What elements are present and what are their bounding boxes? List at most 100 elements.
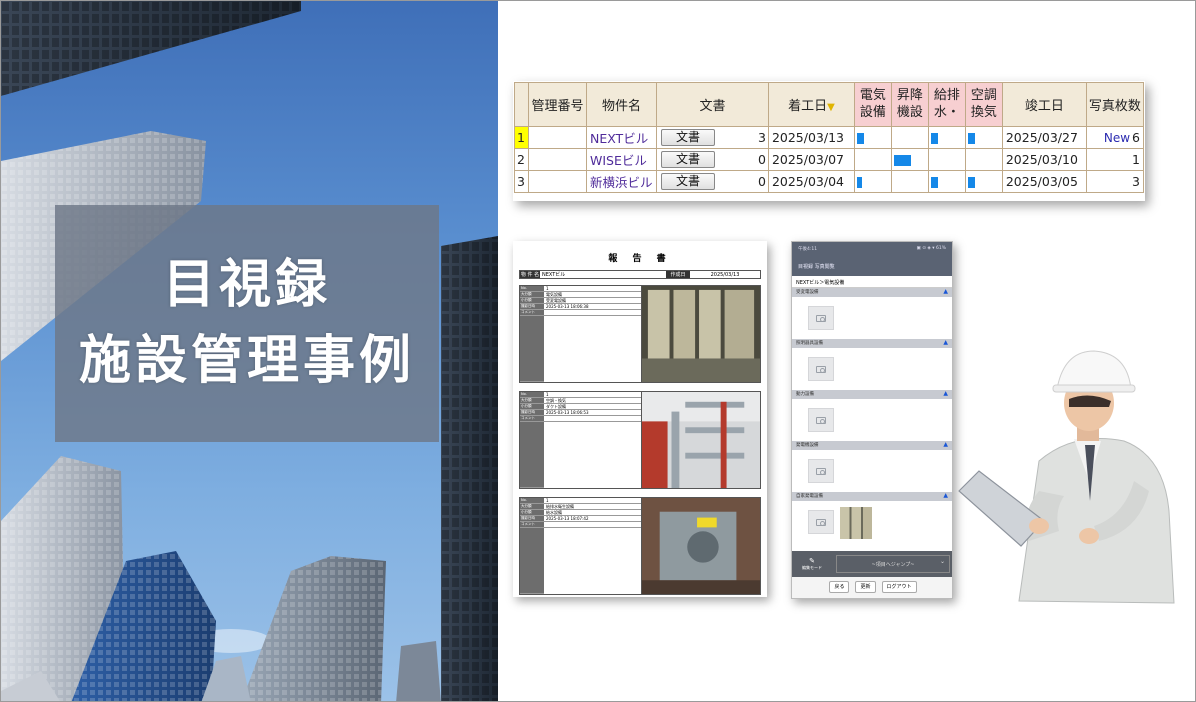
progress-cell-water	[927, 126, 966, 149]
back-button[interactable]: 戻る	[829, 581, 850, 593]
document-cell: 文書 0	[655, 148, 769, 171]
jump-to-section-select[interactable]: ~項目へジャンプ~	[836, 555, 950, 573]
document-count: 3	[757, 130, 766, 145]
collapse-icon[interactable]: ▲	[943, 442, 948, 450]
phone-app-bar: 目視録 写真閲覧	[792, 258, 952, 276]
phone-section-title: 自家発電設備	[796, 494, 823, 499]
add-photo-thumbnail[interactable]	[808, 459, 834, 483]
phone-section-title: 発電機設備	[796, 443, 819, 448]
add-photo-thumbnail[interactable]	[808, 510, 834, 534]
logout-button[interactable]: ログアウト	[881, 581, 917, 593]
col-elevator-line2: 機設	[896, 104, 923, 120]
collapse-icon[interactable]: ▲	[943, 493, 948, 501]
property-name-link[interactable]: WISEビル	[585, 148, 657, 171]
col-elevator[interactable]: 昇降 機設	[890, 82, 929, 127]
report-photo	[642, 392, 760, 488]
phone-section-header[interactable]: 自家発電設備 ▲	[792, 492, 952, 501]
progress-cell-lift	[890, 148, 929, 171]
property-name-link[interactable]: 新横浜ビル	[585, 170, 657, 193]
property-table: 管理番号 物件名 文書 着工日▼ 電気 設備 昇降 機設 給排 水・ 空調 換気 竣工日…	[514, 82, 1145, 193]
camera-icon	[816, 467, 826, 475]
camera-icon	[816, 365, 826, 373]
report-date-label: 作成日	[666, 271, 690, 278]
add-photo-thumbnail[interactable]	[808, 306, 834, 330]
property-name-link[interactable]: NEXTビル	[585, 126, 657, 149]
progress-cell-lift	[890, 170, 929, 193]
phone-section-header[interactable]: 照明器具設備 ▲	[792, 339, 952, 348]
mobile-app-screen: 午後4:11 ▣ ⊙ ◈ ▾ 61% 目視録 写真閲覧 NEXTビル＞電気設備 …	[791, 241, 953, 599]
progress-bar-air	[967, 177, 975, 188]
phone-breadcrumb: NEXTビル＞電気設備	[792, 276, 952, 288]
slide-title-line-1: 目視録	[162, 255, 331, 316]
phone-section-header[interactable]: 発電機設備 ▲	[792, 441, 952, 450]
report-photo	[642, 286, 760, 382]
start-date-cell: 2025/03/07	[767, 148, 855, 171]
report-entry-values: 1 空調・換気 ダクト設備 2025-03-13 18:06:53	[544, 392, 642, 488]
phone-bottom-bar: ✎ 編集モード ~項目へジャンプ~	[792, 551, 952, 577]
col-plumbing[interactable]: 給排 水・	[927, 82, 966, 127]
col-hvac-line2: 換気	[970, 104, 997, 120]
collapse-icon[interactable]: ▲	[943, 289, 948, 297]
col-plumbing-line1: 給排	[933, 88, 960, 104]
phone-section-body	[792, 450, 952, 492]
phone-section-list: 受変電設備 ▲ 照明器具設備 ▲ 動力設備 ▲ 発電機設備 ▲ 自家発電設備 ▲	[792, 288, 952, 543]
col-electrical-line1: 電気	[859, 88, 886, 104]
report-field-value	[544, 416, 641, 422]
col-hvac-line1: 空調	[970, 88, 997, 104]
photo-count-cell[interactable]: 3	[1085, 170, 1145, 193]
document-button[interactable]: 文書	[660, 173, 715, 190]
end-date-cell: 2025/03/27	[1001, 126, 1087, 149]
row-number: 2	[514, 148, 529, 171]
report-entry-labels: No. 大分類 小分類 撮影日時 コメント	[520, 498, 544, 594]
slide: 目視録 施設管理事例 管理番号 物件名 文書 着工日▼ 電気 設備 昇降 機設 給排…	[0, 0, 1196, 702]
col-electrical[interactable]: 電気 設備	[853, 82, 892, 127]
photo-thumbnail[interactable]	[840, 507, 872, 539]
col-elevator-line1: 昇降	[896, 88, 923, 104]
phone-section-body	[792, 348, 952, 390]
col-property-name[interactable]: 物件名	[585, 82, 657, 127]
report-header: 物 件 名 NEXTビル 作成日 2025/03/13	[519, 270, 761, 279]
progress-cell-elec	[853, 126, 892, 149]
row-number: 3	[514, 170, 529, 193]
document-button[interactable]: 文書	[660, 129, 715, 146]
refresh-button[interactable]: 更新	[855, 581, 876, 593]
col-hvac[interactable]: 空調 換気	[964, 82, 1003, 127]
collapse-icon[interactable]: ▲	[943, 391, 948, 399]
progress-cell-air	[964, 148, 1003, 171]
report-document: 報 告 書 物 件 名 NEXTビル 作成日 2025/03/13 No. 大分類…	[513, 241, 767, 597]
add-photo-thumbnail[interactable]	[808, 408, 834, 432]
report-property-value: NEXTビル	[542, 272, 566, 278]
photo-count-cell[interactable]: 1	[1085, 148, 1145, 171]
document-button[interactable]: 文書	[660, 151, 715, 168]
phone-section-title: 照明器具設備	[796, 341, 823, 346]
document-cell: 文書 3	[655, 126, 769, 149]
progress-cell-elec	[853, 170, 892, 193]
report-field-value	[544, 522, 641, 528]
col-end-date[interactable]: 竣工日	[1001, 82, 1087, 127]
slide-title-line-2: 施設管理事例	[78, 330, 415, 391]
report-entry-values: 1 電気設備 受変電設備 2025-03-13 18:06:38	[544, 286, 642, 382]
col-document[interactable]: 文書	[655, 82, 769, 127]
phone-section-header[interactable]: 受変電設備 ▲	[792, 288, 952, 297]
col-mgmt-number[interactable]: 管理番号	[527, 82, 587, 127]
collapse-icon[interactable]: ▲	[943, 340, 948, 348]
edit-mode-button[interactable]: ✎ 編集モード	[792, 557, 832, 571]
report-entry-fields: No. 大分類 小分類 撮影日時 コメント 1 電気設備 受変電設備 2025-03-13 18…	[520, 286, 642, 382]
report-entry: No. 大分類 小分類 撮影日時 コメント 1 給排水衛生設備 給水設備 2025-03-13 …	[519, 497, 761, 595]
col-start-date[interactable]: 着工日▼	[767, 82, 855, 127]
phone-section-body	[792, 501, 952, 543]
report-photo	[642, 498, 760, 594]
progress-cell-air	[964, 170, 1003, 193]
document-cell: 文書 0	[655, 170, 769, 193]
report-label-filler	[520, 422, 544, 488]
table-row[interactable]: 2 WISEビル 文書 0 2025/03/07 2025/03/10 1	[514, 148, 1145, 171]
add-photo-thumbnail[interactable]	[808, 357, 834, 381]
phone-section-header[interactable]: 動力設備 ▲	[792, 390, 952, 399]
col-photo-count[interactable]: 写真枚数	[1085, 82, 1145, 127]
phone-button-row: 戻る 更新 ログアウト	[792, 577, 952, 598]
hero-photo: 目視録 施設管理事例	[1, 1, 498, 701]
progress-bar-elec	[856, 177, 862, 188]
table-row[interactable]: 1 NEXTビル 文書 3 2025/03/13 2025/03/27 New 6	[514, 126, 1145, 149]
photo-count-cell[interactable]: New 6	[1085, 126, 1145, 149]
table-row[interactable]: 3 新横浜ビル 文書 0 2025/03/04 2025/03/05 3	[514, 170, 1145, 193]
